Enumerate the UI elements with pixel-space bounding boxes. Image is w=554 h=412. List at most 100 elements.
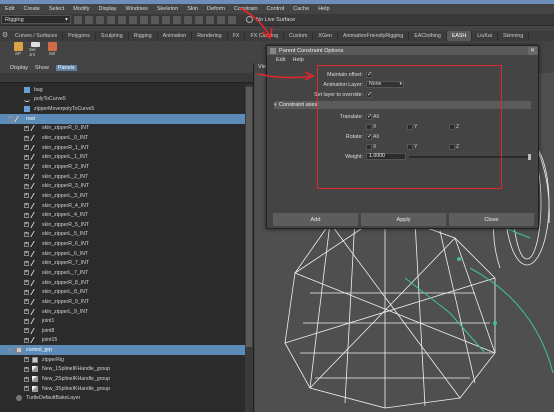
open-scene-icon[interactable] <box>74 15 82 24</box>
expand-icon[interactable]: + <box>24 145 29 151</box>
menu-edit[interactable]: Edit <box>5 6 14 12</box>
outliner-row[interactable]: + skin_zipperL_2_INT <box>0 172 246 182</box>
outliner-row[interactable]: + New_2SplineIKHandle_group <box>0 374 246 384</box>
shelf-tab-curves-surfaces[interactable]: Curves / Surfaces <box>10 31 64 41</box>
outliner-row[interactable]: + skin_zipperL_1_INT <box>0 152 246 162</box>
shelf-button-0[interactable]: SP <box>12 41 24 57</box>
menu-modify[interactable]: Modify <box>73 6 89 12</box>
menu-skeleton[interactable]: Skeleton <box>157 6 178 12</box>
expand-icon[interactable]: + <box>24 328 29 334</box>
outliner-row[interactable]: + skin_zipperR_9_INT <box>0 297 246 307</box>
expand-icon[interactable]: + <box>24 289 29 295</box>
snap-surface-icon[interactable] <box>195 15 203 24</box>
expand-icon[interactable]: + <box>24 280 29 286</box>
snap-curve-icon[interactable] <box>162 15 170 24</box>
outliner-row[interactable]: + skin_zipperL_3_INT <box>0 191 246 201</box>
outliner-row[interactable]: + skin_zipperL_0_INT <box>0 133 246 143</box>
outliner-menu-show[interactable]: Show <box>35 65 49 71</box>
outliner-row[interactable]: - control_grp <box>0 345 246 355</box>
outliner-search-bar[interactable] <box>0 73 253 83</box>
outliner-scrollbar[interactable] <box>245 85 253 412</box>
shelf-tab-polygons[interactable]: Polygons <box>63 31 96 41</box>
expand-icon[interactable]: + <box>24 299 29 305</box>
shelf-tab-fx-caching[interactable]: FX Caching <box>245 31 285 41</box>
menu-windows[interactable]: Windows <box>126 6 148 12</box>
shelf-tab-custom[interactable]: Custom <box>284 31 314 41</box>
expand-icon[interactable]: + <box>24 366 29 372</box>
shelf-tab-rendering[interactable]: Rendering <box>192 31 228 41</box>
select-object-icon[interactable] <box>129 15 137 24</box>
close-icon[interactable]: ✕ <box>528 46 537 55</box>
snap-grid-icon[interactable] <box>151 15 159 24</box>
outliner-row[interactable]: bag <box>0 85 246 95</box>
expand-icon[interactable]: + <box>24 386 29 392</box>
expand-icon[interactable]: + <box>24 203 29 208</box>
expand-icon[interactable]: + <box>24 212 29 218</box>
shelf-tab-eaclothing[interactable]: EAClothing <box>409 31 447 41</box>
shelf-button-1[interactable]: Sel Jnt <box>29 41 41 57</box>
collapse-icon[interactable]: - <box>8 116 13 122</box>
dialog-menu-edit[interactable]: Edit <box>276 57 285 63</box>
shelf-tab-skinning[interactable]: Skinning <box>498 31 530 41</box>
menu-deform[interactable]: Deform <box>207 6 225 12</box>
outliner-row[interactable]: + skin_zipperL_7_INT <box>0 268 246 278</box>
outliner-menu-panels[interactable]: Panels <box>55 65 77 71</box>
outliner-row[interactable]: + skin_zipperR_6_INT <box>0 239 246 249</box>
menu-skin[interactable]: Skin <box>187 6 198 12</box>
shelf-tab-animation[interactable]: Animation <box>158 31 193 41</box>
menu-create[interactable]: Create <box>23 6 40 12</box>
apply-button[interactable]: Apply <box>361 213 446 226</box>
expand-icon[interactable]: + <box>24 231 29 237</box>
outliner-row[interactable]: + skin_zipperR_2_INT <box>0 162 246 172</box>
outliner-row[interactable]: polyToCurve5 <box>0 95 246 105</box>
menu-control[interactable]: Control <box>267 6 285 12</box>
menu-set-dropdown[interactable]: Rigging <box>1 15 71 24</box>
expand-icon[interactable]: + <box>24 193 29 199</box>
live-surface[interactable]: No Live Surface <box>246 16 295 23</box>
expand-icon[interactable]: + <box>24 318 29 324</box>
expand-icon[interactable]: + <box>24 135 29 141</box>
outliner-row[interactable]: + skin_zipperL_4_INT <box>0 210 246 220</box>
render-icon[interactable] <box>217 15 225 24</box>
weight-slider-thumb[interactable] <box>528 154 531 160</box>
expand-icon[interactable]: + <box>24 125 29 131</box>
menu-display[interactable]: Display <box>99 6 117 12</box>
undo-icon[interactable] <box>96 15 104 24</box>
expand-icon[interactable]: + <box>24 260 29 266</box>
dialog-title-bar[interactable]: Parent Constraint Options ✕ <box>267 46 538 55</box>
expand-icon[interactable]: + <box>24 376 29 382</box>
outliner-row[interactable]: + skin_zipperR_4_INT <box>0 201 246 211</box>
outliner-menu-display[interactable]: Display <box>10 65 28 71</box>
shelf-tab-animationfriendlyrigging[interactable]: AnimationFriendlyRigging <box>338 31 410 41</box>
shelf-button-2[interactable]: Sel <box>46 41 58 57</box>
outliner-row[interactable]: + skin_zipperL_9_INT <box>0 307 246 317</box>
outliner-row[interactable]: + joint15 <box>0 336 246 346</box>
outliner-row[interactable]: + skin_zipperL_8_INT <box>0 287 246 297</box>
shelf-tab-eash[interactable]: EASH <box>446 31 473 41</box>
outliner-row[interactable]: zipperMoverpolyToCurve5 <box>0 104 246 114</box>
shelf-tab-liukai[interactable]: LiuKai <box>472 31 498 41</box>
expand-icon[interactable]: + <box>24 357 29 363</box>
outliner-row[interactable]: + joint8 <box>0 326 246 336</box>
expand-icon[interactable]: + <box>24 164 29 170</box>
expand-icon[interactable]: + <box>24 251 29 257</box>
redo-icon[interactable] <box>107 15 115 24</box>
outliner-row[interactable]: + skin_zipperR_3_INT <box>0 181 246 191</box>
snap-point-icon[interactable] <box>173 15 181 24</box>
dialog-menu-help[interactable]: Help <box>292 57 303 63</box>
scrollbar-thumb[interactable] <box>246 87 252 347</box>
outliner-row[interactable]: + skin_zipperR_5_INT <box>0 220 246 230</box>
outliner-row[interactable]: + skin_zipperR_1_INT <box>0 143 246 153</box>
select-component-icon[interactable] <box>140 15 148 24</box>
history-icon[interactable] <box>206 15 214 24</box>
shelf-tab-xgen[interactable]: XGen <box>313 31 338 41</box>
menu-cache[interactable]: Cache <box>293 6 309 12</box>
ipr-icon[interactable] <box>228 15 236 24</box>
collapse-icon[interactable]: - <box>8 347 13 353</box>
save-scene-icon[interactable] <box>85 15 93 24</box>
outliner-row[interactable]: + skin_zipperR_0_INT <box>0 124 246 134</box>
expand-icon[interactable]: + <box>24 174 29 180</box>
outliner-row[interactable]: + skin_zipperR_7_INT <box>0 259 246 269</box>
outliner-row[interactable]: + New_1SplineIKHandle_group <box>0 365 246 375</box>
outliner-row[interactable]: + joint1 <box>0 316 246 326</box>
